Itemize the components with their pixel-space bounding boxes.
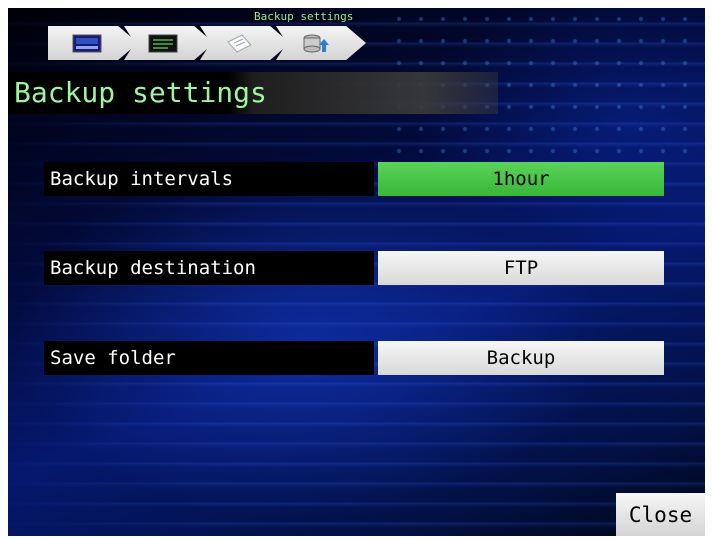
breadcrumb-item-document[interactable] xyxy=(200,26,290,60)
backup-intervals-button[interactable]: 1hour xyxy=(378,162,664,196)
document-icon xyxy=(227,34,252,53)
backup-database-icon xyxy=(303,34,329,53)
breadcrumb-item-monitor[interactable] xyxy=(48,26,138,60)
title-bar: Backup settings xyxy=(8,72,498,114)
save-folder-label: Save folder xyxy=(44,341,374,375)
display-screen-icon xyxy=(148,34,178,53)
backup-intervals-label: Backup intervals xyxy=(44,162,374,196)
backup-destination-button[interactable]: FTP xyxy=(378,251,664,285)
breadcrumb-item-backup[interactable] xyxy=(276,26,366,60)
save-folder-button[interactable]: Backup xyxy=(378,341,664,375)
breadcrumb-caption: Backup settings xyxy=(254,10,354,23)
backup-destination-label: Backup destination xyxy=(44,251,374,285)
monitor-menu-icon xyxy=(72,34,102,53)
close-button[interactable]: Close xyxy=(616,493,705,536)
breadcrumb-item-display[interactable] xyxy=(124,26,214,60)
device-screen: Backup settings Backup settings Backup i… xyxy=(8,8,705,536)
page-title: Backup settings xyxy=(14,76,267,109)
